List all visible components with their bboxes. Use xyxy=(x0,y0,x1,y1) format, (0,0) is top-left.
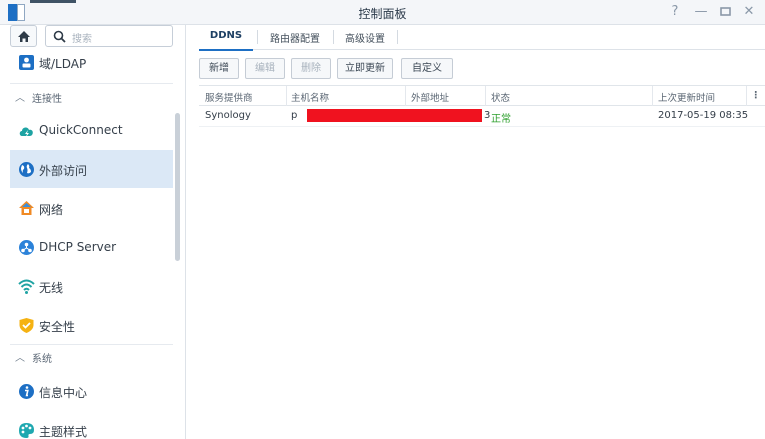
column-header-status[interactable]: 状态 xyxy=(491,90,510,104)
column-header-provider[interactable]: 服务提供商 xyxy=(205,90,253,104)
search-input[interactable]: 搜索 xyxy=(45,25,173,47)
help-icon[interactable]: ? xyxy=(666,3,684,21)
minimize-icon[interactable]: — xyxy=(692,3,710,21)
home-icon xyxy=(18,31,30,42)
sidebar-item-domain-ldap[interactable]: 域/LDAP xyxy=(10,48,173,80)
column-header-last-update[interactable]: 上次更新时间 xyxy=(658,90,715,104)
search-placeholder: 搜索 xyxy=(72,34,92,45)
home-button[interactable] xyxy=(10,25,37,47)
column-divider xyxy=(405,86,406,106)
title-bar-decoration xyxy=(30,0,76,3)
sidebar-item-label: 主题样式 xyxy=(39,425,88,439)
section-divider xyxy=(10,83,173,84)
sidebar-item-theme[interactable]: 主题样式 xyxy=(10,411,173,439)
sidebar-item-security[interactable]: 安全性 xyxy=(10,306,173,344)
chevron-up-icon: ︿ xyxy=(15,353,25,364)
section-label: 系统 xyxy=(32,354,52,365)
table-row[interactable]: Synology p 3 正常 2017-05-19 08:35 xyxy=(199,106,765,127)
redaction-bar xyxy=(307,109,482,122)
sidebar-item-wireless[interactable]: 无线 xyxy=(10,267,173,305)
chevron-up-icon: ︿ xyxy=(15,93,25,104)
title-bar: 控制面板 ? — ✕ xyxy=(0,0,765,25)
sidebar-item-external-access[interactable]: 外部访问 xyxy=(10,150,173,188)
sidebar-item-info-center[interactable]: 信息中心 xyxy=(10,372,173,410)
palette-icon xyxy=(19,423,34,438)
edit-button[interactable]: 编辑 xyxy=(245,58,285,79)
table-header: 服务提供商 主机名称 外部地址 状态 上次更新时间 ⋮ xyxy=(199,85,765,106)
cell-last-update: 2017-05-19 08:35 xyxy=(658,110,749,121)
section-divider xyxy=(10,344,173,345)
maximize-icon[interactable] xyxy=(716,3,734,21)
add-button[interactable]: 新增 xyxy=(199,58,239,79)
shield-icon xyxy=(19,318,34,333)
tab-ddns[interactable]: DDNS xyxy=(199,25,253,51)
wifi-icon xyxy=(18,279,35,294)
delete-button[interactable]: 删除 xyxy=(291,58,331,79)
tab-bar: DDNS 路由器配置 高级设置 xyxy=(199,25,765,51)
sidebar-item-label: 网络 xyxy=(39,203,64,217)
section-system[interactable]: ︿ 系统 xyxy=(10,349,173,367)
cell-status: 正常 xyxy=(491,114,511,125)
column-header-hostname[interactable]: 主机名称 xyxy=(291,90,329,104)
quickconnect-icon xyxy=(19,127,33,137)
search-icon xyxy=(53,30,66,43)
tab-separator xyxy=(257,30,258,44)
sidebar-item-label: DHCP Server xyxy=(39,240,117,254)
column-divider xyxy=(485,86,486,106)
globe-icon xyxy=(19,162,34,177)
dhcp-icon xyxy=(19,240,34,255)
cell-external-address: 3 xyxy=(484,110,491,121)
close-icon[interactable]: ✕ xyxy=(740,3,758,21)
tab-router-config[interactable]: 路由器配置 xyxy=(261,25,329,50)
network-house-icon xyxy=(19,201,34,215)
section-connectivity[interactable]: ︿ 连接性 xyxy=(10,89,173,107)
sidebar-item-label: QuickConnect xyxy=(39,123,123,137)
sidebar-item-label: 信息中心 xyxy=(39,386,88,400)
sidebar-item-label: 无线 xyxy=(39,281,64,295)
main-panel: DDNS 路由器配置 高级设置 新增 编辑 删除 立即更新 自定义 服务提供商 … xyxy=(187,25,765,439)
sidebar-item-quickconnect[interactable]: QuickConnect xyxy=(10,111,173,149)
info-icon xyxy=(19,384,34,399)
tab-separator xyxy=(397,30,398,44)
sidebar-item-network[interactable]: 网络 xyxy=(10,189,173,227)
sidebar: 搜索 域/LDAP ︿ 连接性 QuickConnect 外部访问 网络 DHC… xyxy=(0,25,186,439)
column-divider xyxy=(652,86,653,106)
column-menu-icon[interactable]: ⋮ xyxy=(751,90,761,101)
sidebar-item-label: 域/LDAP xyxy=(39,57,87,71)
sidebar-item-label: 安全性 xyxy=(39,320,76,334)
sidebar-item-label: 外部访问 xyxy=(39,164,88,178)
domain-ldap-icon xyxy=(19,55,34,70)
window-title: 控制面板 xyxy=(358,7,407,21)
cell-provider: Synology xyxy=(205,110,251,121)
sidebar-scrollbar[interactable] xyxy=(175,113,180,261)
column-divider xyxy=(746,86,747,106)
column-divider xyxy=(286,86,287,106)
tab-advanced-settings[interactable]: 高级设置 xyxy=(337,25,393,50)
cell-hostname: p xyxy=(291,110,298,121)
update-now-button[interactable]: 立即更新 xyxy=(337,58,393,79)
tab-separator xyxy=(333,30,334,44)
section-label: 连接性 xyxy=(32,94,62,105)
sidebar-item-dhcp-server[interactable]: DHCP Server xyxy=(10,228,173,266)
column-header-external-address[interactable]: 外部地址 xyxy=(411,90,449,104)
customize-button[interactable]: 自定义 xyxy=(401,58,453,79)
